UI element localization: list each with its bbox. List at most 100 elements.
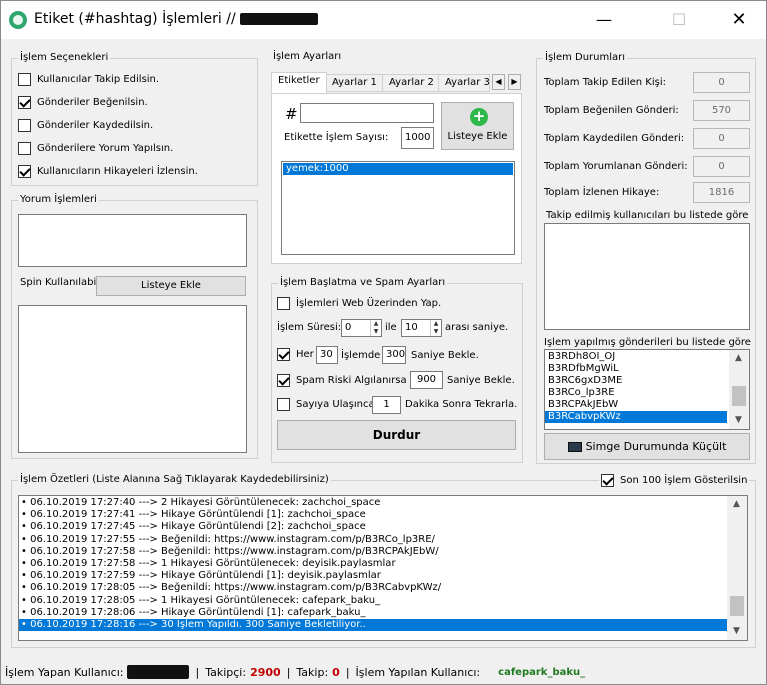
her-label: Her [296, 349, 314, 360]
her-option-checkbox[interactable] [277, 348, 290, 361]
option-hikaye[interactable]: Kullanıcıların Hikayeleri İzlensin. [18, 165, 198, 178]
count-input[interactable]: 1000 [401, 127, 434, 149]
tab-ayarlar-1[interactable]: Ayarlar 1 [325, 74, 384, 92]
tag-list[interactable]: yemek:1000 [281, 161, 515, 255]
maximize-button[interactable]: ☐ [656, 1, 702, 39]
sayi-label: Sayıya Ulaşınca [296, 399, 375, 410]
posts-scrollbar[interactable]: ▲ ▼ [729, 350, 749, 429]
option-kaydet-label: Gönderiler Kaydedilsin. [37, 120, 154, 131]
spam-input[interactable]: 900 [410, 371, 443, 389]
app-icon [9, 11, 27, 29]
her-input[interactable]: 30 [316, 346, 338, 364]
log-entry[interactable]: • 06.10.2019 17:27:40 ---> 2 Hikayesi Gö… [19, 497, 727, 509]
her-option[interactable]: Her [277, 348, 314, 361]
show-last-option[interactable]: Son 100 İşlem Gösterilsin [599, 474, 750, 487]
spam-option[interactable]: Spam Riski Algılanırsa [277, 374, 407, 387]
post-item[interactable]: B3RDfbMgWiL [545, 363, 749, 375]
sayi-option[interactable]: Sayıya Ulaşınca [277, 398, 375, 411]
option-hikaye-checkbox[interactable] [18, 165, 31, 178]
option-kaydet[interactable]: Gönderiler Kaydedilsin. [18, 119, 153, 132]
web-option[interactable]: İşlemleri Web Üzerinden Yap. [277, 297, 441, 310]
log-entry[interactable]: • 06.10.2019 17:27:58 ---> 1 Hikayesi Gö… [19, 558, 727, 570]
takip-value: 0 [332, 665, 340, 679]
comment-list[interactable] [18, 305, 247, 453]
log-entry[interactable]: • 06.10.2019 17:28:06 ---> Hikaye Görünt… [19, 607, 727, 619]
post-item[interactable]: B3RCo_lp3RE [545, 387, 749, 399]
posts-list[interactable]: B3RDh8OI_OJ B3RDfbMgWiL B3RC6gxD3ME B3RC… [544, 349, 750, 430]
sayi-suffix: Dakika Sonra Tekrarla. [405, 399, 518, 410]
hashtag-input[interactable] [300, 103, 434, 123]
option-begeni[interactable]: Gönderiler Beğenilsin. [18, 96, 148, 109]
option-yorum[interactable]: Gönderilere Yorum Yapılsın. [18, 142, 173, 155]
redacted-user [127, 665, 190, 679]
tab-etiketler[interactable]: Etiketler [271, 72, 327, 93]
option-takip[interactable]: Kullanıcılar Takip Edilsin. [18, 73, 159, 86]
option-takip-checkbox[interactable] [18, 73, 31, 86]
durumlar-legend: İşlem Durumları [543, 52, 628, 63]
option-yorum-checkbox[interactable] [18, 142, 31, 155]
count-label: Etikette İşlem Sayısı: [284, 132, 389, 143]
tab-ayarlar-3[interactable]: Ayarlar 3 [438, 74, 490, 92]
minimize-to-tray-label: Simge Durumunda Küçült [585, 440, 727, 453]
stat-kaydet-label: Toplam Kaydedilen Gönderi: [544, 133, 685, 144]
stat-yorum-value: 0 [693, 156, 750, 177]
option-takip-label: Kullanıcılar Takip Edilsin. [37, 74, 160, 85]
sure-min-stepper[interactable]: 0 ▲ ▼ [341, 319, 382, 337]
close-button[interactable]: ✕ [716, 1, 762, 39]
islem-secenekleri-legend: İşlem Seçenekleri [18, 52, 111, 63]
status-separator: | [345, 665, 350, 679]
spam-label: Spam Riski Algılanırsa [296, 375, 407, 386]
log-entry[interactable]: • 06.10.2019 17:28:05 ---> 1 Hikayesi Gö… [19, 595, 727, 607]
minimize-to-tray-button[interactable]: Simge Durumunda Küçült [544, 433, 750, 460]
spin-label: Spin Kullanılabilir. [20, 277, 109, 288]
comment-add-button[interactable]: Listeye Ekle [96, 276, 246, 296]
followed-list[interactable] [544, 223, 750, 330]
log-entry[interactable]: • 06.10.2019 17:27:55 ---> Beğenildi: ht… [19, 534, 727, 546]
minimize-button[interactable]: — [581, 1, 627, 39]
option-yorum-label: Gönderilere Yorum Yapılsın. [37, 143, 174, 154]
tab-scroll-right-icon[interactable]: ▶ [508, 74, 521, 90]
sure-max-value: 10 [405, 322, 418, 333]
log-entry[interactable]: • 06.10.2019 17:28:05 ---> Beğenildi: ht… [19, 582, 727, 594]
scroll-thumb[interactable] [730, 596, 744, 616]
log-entry[interactable]: • 06.10.2019 17:27:59 ---> Hikaye Görünt… [19, 570, 727, 582]
log-entry-selected[interactable]: • 06.10.2019 17:28:16 ---> 30 İşlem Yapı… [19, 618, 727, 632]
stepper-arrows-icon[interactable]: ▲ ▼ [370, 320, 381, 336]
status-bar: İşlem Yapan Kullanıcı: | Takipçi: 2900 |… [1, 659, 766, 685]
status-user-label: İşlem Yapan Kullanıcı: [5, 665, 124, 679]
stop-button[interactable]: Durdur [277, 420, 516, 450]
sayi-option-checkbox[interactable] [277, 398, 290, 411]
scroll-down-icon[interactable]: ▼ [730, 412, 747, 428]
spam-option-checkbox[interactable] [277, 374, 290, 387]
log-list[interactable]: • 06.10.2019 17:27:40 ---> 2 Hikayesi Gö… [18, 495, 748, 641]
scroll-down-icon[interactable]: ▼ [728, 623, 745, 639]
comment-input[interactable] [18, 214, 247, 267]
post-item[interactable]: B3RCPAkJEbW [545, 399, 749, 411]
show-last-checkbox[interactable] [601, 474, 614, 487]
post-item[interactable]: B3RDh8OI_OJ [545, 351, 749, 363]
takipci-value: 2900 [250, 665, 281, 679]
scroll-thumb[interactable] [732, 386, 746, 406]
post-item[interactable]: B3RC6gxD3ME [545, 375, 749, 387]
option-kaydet-checkbox[interactable] [18, 119, 31, 132]
log-scrollbar[interactable]: ▲ ▼ [727, 496, 747, 640]
followed-list-label: Takip edilmiş kullanıcıları bu listede g… [546, 210, 749, 221]
log-entry[interactable]: • 06.10.2019 17:27:45 ---> Hikaye Görünt… [19, 521, 727, 533]
web-option-checkbox[interactable] [277, 297, 290, 310]
tab-ayarlar-2[interactable]: Ayarlar 2 [382, 74, 441, 92]
tab-scroll-left-icon[interactable]: ◀ [492, 74, 505, 90]
current-user-label: İşlem Yapılan Kullanıcı: [355, 665, 481, 679]
sayi-input[interactable]: 1 [372, 396, 401, 414]
log-entry[interactable]: • 06.10.2019 17:27:58 ---> Beğenildi: ht… [19, 546, 727, 558]
islemde-input[interactable]: 300 [382, 346, 406, 364]
option-begeni-checkbox[interactable] [18, 96, 31, 109]
tag-list-item[interactable]: yemek:1000 [283, 163, 513, 175]
baslatma-legend: İşlem Başlatma ve Spam Ayarları [278, 277, 448, 288]
post-item-selected[interactable]: B3RCabvpKWz [545, 411, 727, 423]
scroll-up-icon[interactable]: ▲ [728, 496, 745, 512]
log-entry[interactable]: • 06.10.2019 17:27:41 ---> Hikaye Görünt… [19, 509, 727, 521]
scroll-up-icon[interactable]: ▲ [730, 350, 747, 366]
sure-max-stepper[interactable]: 10 ▲ ▼ [401, 319, 442, 337]
tag-add-button[interactable]: + Listeye Ekle [441, 102, 514, 150]
stepper-arrows-icon[interactable]: ▲ ▼ [430, 320, 441, 336]
